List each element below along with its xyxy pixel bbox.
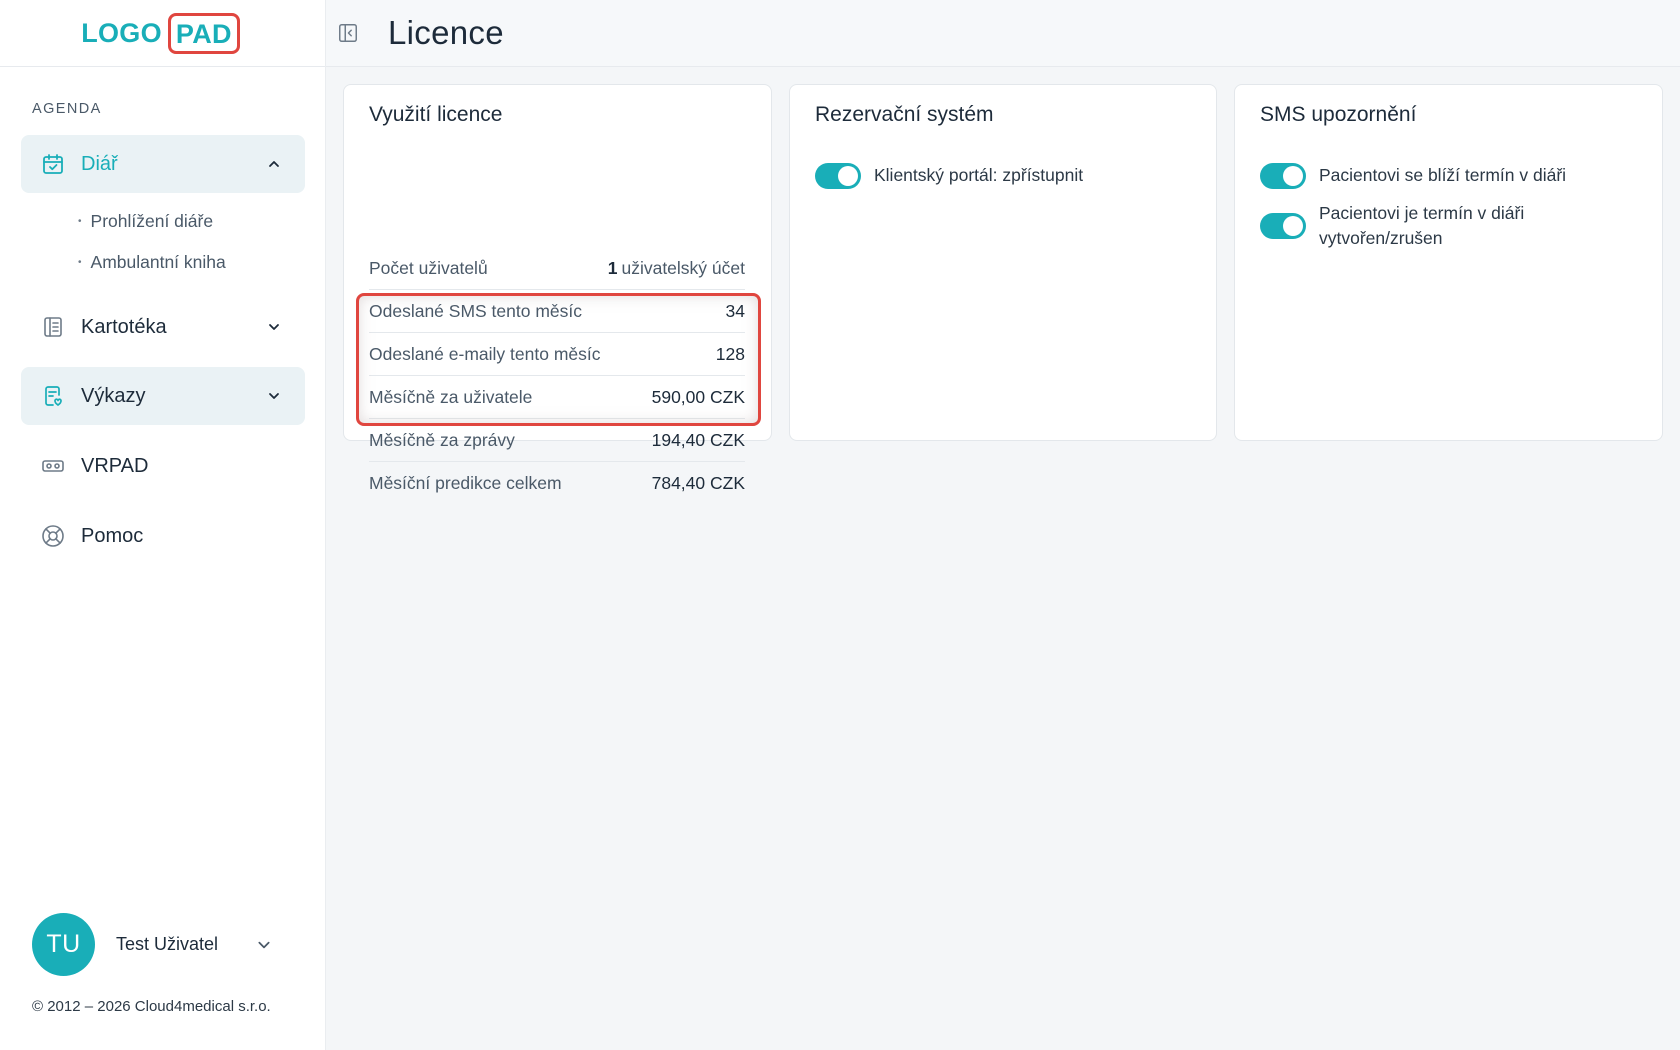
- logo-area: LOGO PAD: [0, 0, 325, 67]
- toggle-row-term-created-cancelled[interactable]: Pacientovi je termín v diáři vytvořen/zr…: [1260, 201, 1569, 251]
- sidebar-collapse-icon[interactable]: [336, 21, 360, 45]
- page-title: Licence: [388, 14, 504, 51]
- stat-value: 194,40 CZK: [651, 429, 745, 450]
- stat-label: Počet uživatelů: [369, 257, 488, 278]
- sidebar-subitem-prohlizeni-diare[interactable]: • Prohlížení diáře: [78, 211, 213, 232]
- toggle-row-client-portal[interactable]: Klientský portál: zpřístupnit: [815, 163, 1174, 189]
- chevron-up-icon: [267, 157, 281, 171]
- stat-value: 34: [725, 300, 745, 321]
- sidebar: LOGO PAD AGENDA Diář • Prohlížení diáře …: [0, 0, 326, 1050]
- chevron-down-icon: [267, 389, 281, 403]
- user-name: Test Uživatel: [116, 934, 219, 954]
- sidebar-subitem-label: Ambulantní kniha: [90, 252, 226, 272]
- stat-value-unit: uživatelský účet: [621, 257, 745, 278]
- card-title: Rezervační systém: [815, 103, 994, 126]
- card-title: SMS upozornění: [1260, 103, 1417, 126]
- sidebar-subitem-ambulantni-kniha[interactable]: • Ambulantní kniha: [78, 252, 226, 273]
- stat-value: 590,00 CZK: [651, 386, 745, 407]
- toggle-knob: [1283, 216, 1303, 236]
- client-portal-toggle[interactable]: [815, 163, 861, 189]
- sidebar-item-label: VRPAD: [81, 454, 149, 477]
- chevron-down-icon: [256, 937, 272, 953]
- stat-row-monthly-messages: Měsíčně za zprávy 194,40 CZK: [369, 419, 745, 462]
- sidebar-item-label: Výkazy: [81, 384, 146, 407]
- sidebar-item-vrpad[interactable]: VRPAD: [21, 437, 305, 495]
- book-icon: [41, 315, 65, 339]
- calendar-check-icon: [41, 152, 65, 176]
- card-sms-notifications: SMS upozornění Pacientovi se blíží termí…: [1234, 84, 1663, 441]
- page-header: Licence: [326, 0, 1680, 67]
- stat-row-emails: Odeslané e-maily tento měsíc 128: [369, 333, 745, 376]
- bullet-icon: •: [78, 216, 82, 227]
- card-license-usage: Využití licence Počet uživatelů 1 uživate…: [343, 84, 772, 493]
- toggle-label: Pacientovi se blíží termín v diáři: [1319, 165, 1567, 185]
- vr-headset-icon: [41, 454, 65, 478]
- stat-label: Odeslané e-maily tento měsíc: [369, 343, 601, 364]
- logo-text-logo: LOGO: [81, 17, 162, 48]
- stat-value: 784,40 CZK: [651, 473, 745, 493]
- sidebar-item-pomoc[interactable]: Pomoc: [21, 507, 305, 565]
- sidebar-item-label: Pomoc: [81, 524, 144, 547]
- chevron-down-icon: [267, 320, 281, 334]
- sidebar-item-label: Kartotéka: [81, 315, 167, 338]
- logo-text-pad: PAD: [167, 12, 240, 54]
- toggle-label: Klientský portál: zpřístupnit: [874, 165, 1084, 185]
- stat-value: 128: [715, 343, 745, 364]
- lifebuoy-icon: [41, 524, 65, 548]
- sidebar-subitem-label: Prohlížení diáře: [90, 211, 214, 231]
- toggle-row-upcoming-term[interactable]: Pacientovi se blíží termín v diáři: [1260, 163, 1649, 189]
- toggle-knob: [838, 166, 858, 186]
- toggle-knob: [1283, 166, 1303, 186]
- stat-row-sms: Odeslané SMS tento měsíc 34: [369, 290, 745, 333]
- user-menu[interactable]: TU Test Uživatel: [32, 913, 272, 976]
- stat-value: 1 uživatelský účet: [608, 258, 745, 279]
- sidebar-item-diar[interactable]: Diář: [21, 135, 305, 193]
- toggle-label: Pacientovi je termín v diáři vytvořen/zr…: [1319, 203, 1525, 248]
- report-icon: [41, 384, 65, 408]
- card-title: Využití licence: [369, 103, 503, 126]
- copyright: © 2012 – 2026 Cloud4medical s.r.o.: [32, 998, 271, 1015]
- section-label-agenda: AGENDA: [32, 101, 102, 117]
- bullet-icon: •: [78, 257, 82, 268]
- sidebar-item-label: Diář: [81, 152, 118, 175]
- stat-label: Měsíční predikce celkem: [369, 473, 562, 493]
- upcoming-term-toggle[interactable]: [1260, 163, 1306, 189]
- stat-row-monthly-users: Měsíčně za uživatele 590,00 CZK: [369, 376, 745, 419]
- sidebar-item-kartoteka[interactable]: Kartotéka: [21, 298, 305, 356]
- sidebar-item-vykazy[interactable]: Výkazy: [21, 367, 305, 425]
- stat-row-users: Počet uživatelů 1 uživatelský účet: [369, 247, 745, 290]
- stat-value-count: 1: [607, 257, 618, 278]
- stat-label: Odeslané SMS tento měsíc: [369, 300, 583, 321]
- term-created-cancelled-toggle[interactable]: [1260, 213, 1306, 239]
- logo[interactable]: LOGO PAD: [81, 12, 240, 54]
- stat-row-monthly-total: Měsíční predikce celkem 784,40 CZK: [369, 462, 745, 505]
- stat-label: Měsíčně za zprávy: [369, 429, 515, 450]
- stat-label: Měsíčně za uživatele: [369, 386, 533, 407]
- avatar: TU: [32, 913, 95, 976]
- card-reservation-system: Rezervační systém Klientský portál: zpří…: [789, 84, 1217, 441]
